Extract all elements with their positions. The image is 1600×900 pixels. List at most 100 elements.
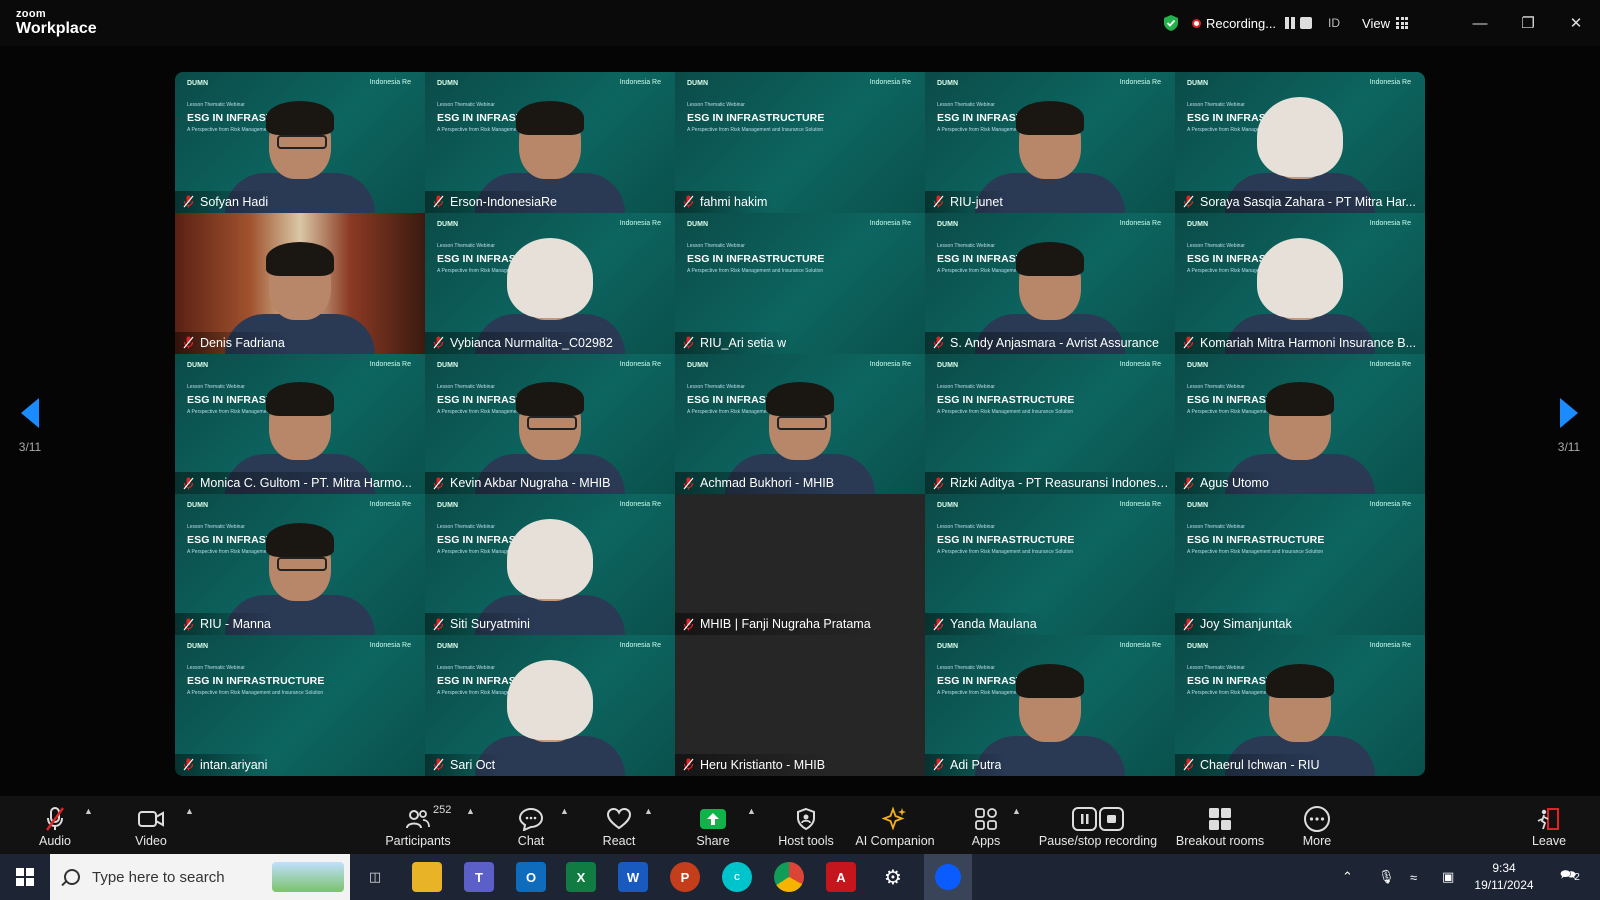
powerpoint-icon[interactable]: P bbox=[670, 862, 700, 892]
pause-recording-icon[interactable] bbox=[1284, 17, 1296, 29]
tray-mic-icon[interactable]: 🎙 bbox=[1378, 854, 1395, 900]
audio-button[interactable]: Audio bbox=[30, 796, 80, 854]
participant-tile[interactable]: DUMN Indonesia Re Lesson Thematic Webinar E… bbox=[425, 212, 675, 354]
host-tools-button[interactable]: Host tools bbox=[771, 796, 841, 854]
settings-gear-icon[interactable]: ⚙ bbox=[878, 862, 908, 892]
participant-tile[interactable]: DUMN Indonesia Re Lesson Thematic Webinar E… bbox=[925, 72, 1175, 213]
share-caret-icon[interactable]: ▲ bbox=[747, 806, 756, 816]
slide-partner-logo: Indonesia Re bbox=[1119, 642, 1161, 650]
meeting-toolbar: Audio ▲ Video ▲ Participants 252 ▲ Chat … bbox=[0, 796, 1600, 854]
word-icon[interactable]: W bbox=[618, 862, 648, 892]
notification-count: 2 bbox=[1574, 871, 1580, 883]
search-placeholder: Type here to search bbox=[92, 868, 225, 886]
gallery-grid-icon[interactable] bbox=[1396, 17, 1408, 29]
chat-caret-icon[interactable]: ▲ bbox=[560, 806, 569, 816]
windows-start-icon[interactable] bbox=[16, 868, 34, 886]
participant-tile[interactable]: Denis Fadriana bbox=[175, 212, 425, 354]
participant-name: Denis Fadriana bbox=[200, 335, 285, 350]
participant-tile[interactable]: DUMN Indonesia Re Lesson Thematic Webinar E… bbox=[925, 353, 1175, 495]
restore-icon[interactable]: ❐ bbox=[1504, 0, 1552, 46]
participant-tile[interactable]: DUMN Indonesia Re Lesson Thematic Webinar E… bbox=[1175, 353, 1425, 495]
slide-subtitle: Lesson Thematic Webinar bbox=[937, 383, 995, 390]
teams-icon[interactable]: T bbox=[464, 862, 494, 892]
apps-caret-icon[interactable]: ▲ bbox=[1012, 806, 1021, 816]
slide-subtitle: Lesson Thematic Webinar bbox=[1187, 524, 1245, 531]
participant-tile[interactable]: DUMN Indonesia Re Lesson Thematic Webinar E… bbox=[425, 635, 675, 776]
participant-tile[interactable]: DUMN Indonesia Re Lesson Thematic Webinar E… bbox=[425, 494, 675, 636]
meeting-id-button[interactable]: ID bbox=[1328, 16, 1340, 30]
participant-tile[interactable]: DUMN Indonesia Re Lesson Thematic Webinar E… bbox=[175, 494, 425, 636]
view-button[interactable]: View bbox=[1362, 16, 1390, 31]
slide-logo: DUMN bbox=[687, 361, 708, 369]
outlook-icon[interactable]: O bbox=[516, 862, 546, 892]
video-button[interactable]: Video bbox=[126, 796, 176, 854]
zoom-taskbar-button[interactable] bbox=[924, 854, 972, 900]
encryption-shield-icon[interactable] bbox=[1162, 14, 1180, 32]
participant-name: Adi Putra bbox=[950, 757, 1002, 772]
participant-tile[interactable]: DUMN Indonesia Re Lesson Thematic Webinar E… bbox=[925, 212, 1175, 354]
next-page-button[interactable]: 3/11 bbox=[1549, 398, 1589, 454]
apps-grid-icon bbox=[975, 808, 997, 830]
tray-display-icon[interactable]: ▣ bbox=[1442, 854, 1454, 900]
stop-recording-icon[interactable] bbox=[1300, 17, 1313, 29]
slide-partner-logo: Indonesia Re bbox=[869, 219, 911, 227]
participant-name: Monica C. Gultom - PT. Mitra Harmo... bbox=[200, 476, 412, 491]
participant-tile[interactable]: DUMN Indonesia Re Lesson Thematic Webinar E… bbox=[1175, 494, 1425, 636]
react-button[interactable]: React bbox=[594, 796, 644, 854]
participant-tile[interactable]: DUMN Indonesia Re Lesson Thematic Webinar E… bbox=[425, 353, 675, 495]
participant-tile[interactable]: DUMN Indonesia Re Lesson Thematic Webinar E… bbox=[675, 353, 925, 495]
participant-tile[interactable]: DUMN Indonesia Re Lesson Thematic Webinar E… bbox=[675, 212, 925, 354]
file-explorer-icon[interactable] bbox=[412, 862, 442, 892]
taskbar-search-box[interactable]: Type here to search bbox=[50, 854, 350, 900]
participant-tile[interactable]: DUMN Indonesia Re Lesson Thematic Webinar E… bbox=[925, 494, 1175, 636]
react-caret-icon[interactable]: ▲ bbox=[644, 806, 653, 816]
participant-tile[interactable]: MHIB | Fanji Nugraha Pratama bbox=[675, 494, 925, 636]
participant-tile[interactable]: DUMN Indonesia Re Lesson Thematic Webinar E… bbox=[175, 635, 425, 776]
participant-tile[interactable]: DUMN Indonesia Re Lesson Thematic Webinar E… bbox=[175, 72, 425, 213]
participant-tile[interactable]: DUMN Indonesia Re Lesson Thematic Webinar E… bbox=[425, 72, 675, 213]
acrobat-icon[interactable]: A bbox=[826, 862, 856, 892]
participant-name: RIU_Ari setia w bbox=[700, 335, 787, 350]
share-button[interactable]: Share bbox=[688, 796, 738, 854]
leave-button[interactable]: Leave bbox=[1524, 796, 1574, 854]
participant-nametag: Achmad Bukhori - MHIB bbox=[675, 472, 841, 495]
canva-icon[interactable]: C bbox=[722, 862, 752, 892]
clock-date: 19/11/2024 bbox=[1474, 878, 1534, 892]
breakout-rooms-button[interactable]: Breakout rooms bbox=[1174, 796, 1266, 854]
participant-tile[interactable]: DUMN Indonesia Re Lesson Thematic Webinar E… bbox=[175, 353, 425, 495]
participants-caret-icon[interactable]: ▲ bbox=[466, 806, 475, 816]
previous-page-button[interactable]: 3/11 bbox=[10, 398, 50, 454]
chat-bubble-icon bbox=[518, 807, 544, 831]
video-options-caret-icon[interactable]: ▲ bbox=[185, 806, 194, 816]
participant-tile[interactable]: DUMN Indonesia Re Lesson Thematic Webinar E… bbox=[1175, 212, 1425, 354]
slide-partner-logo: Indonesia Re bbox=[1119, 219, 1161, 227]
participant-tile[interactable]: DUMN Indonesia Re Lesson Thematic Webinar E… bbox=[1175, 72, 1425, 213]
participant-nametag: Vybianca Nurmalita-_C02982 bbox=[425, 331, 619, 354]
apps-label: Apps bbox=[971, 834, 1001, 848]
meeting-stage: 3/11 DUMN Indonesia Re Lesson Thematic Web… bbox=[0, 46, 1600, 796]
notification-center-button[interactable]: 🗪 2 bbox=[1560, 854, 1580, 900]
participant-tile[interactable]: DUMN Indonesia Re Lesson Thematic Webinar E… bbox=[675, 72, 925, 213]
ai-companion-button[interactable]: AI Companion bbox=[849, 796, 941, 854]
participant-name: Joy Simanjuntak bbox=[1200, 617, 1292, 632]
participant-tile[interactable]: DUMN Indonesia Re Lesson Thematic Webinar E… bbox=[925, 635, 1175, 776]
tray-overflow-icon[interactable]: ⌃ bbox=[1342, 854, 1353, 900]
pause-stop-recording-button[interactable]: Pause/stop recording bbox=[1036, 796, 1160, 854]
tray-network-icon[interactable]: ≈ bbox=[1410, 854, 1417, 900]
slide-partner-logo: Indonesia Re bbox=[1369, 642, 1411, 650]
chrome-icon[interactable] bbox=[774, 862, 804, 892]
taskbar-clock[interactable]: 9:34 19/11/2024 bbox=[1468, 860, 1540, 894]
participant-tile[interactable]: Heru Kristianto - MHIB bbox=[675, 635, 925, 776]
more-dots-icon bbox=[1304, 806, 1330, 832]
close-icon[interactable]: ✕ bbox=[1552, 0, 1600, 46]
participant-nametag: Monica C. Gultom - PT. Mitra Harmo... bbox=[175, 472, 418, 495]
minimize-icon[interactable]: — bbox=[1456, 0, 1504, 46]
audio-options-caret-icon[interactable]: ▲ bbox=[84, 806, 93, 816]
participant-tile[interactable]: DUMN Indonesia Re Lesson Thematic Webinar E… bbox=[1175, 635, 1425, 776]
task-view-icon[interactable]: ◫ bbox=[360, 862, 390, 892]
participant-name: Rizki Aditya - PT Reasuransi Indonesi... bbox=[950, 476, 1169, 491]
apps-button[interactable]: Apps bbox=[961, 796, 1011, 854]
excel-icon[interactable]: X bbox=[566, 862, 596, 892]
more-button[interactable]: More bbox=[1292, 796, 1342, 854]
chat-button[interactable]: Chat bbox=[506, 796, 556, 854]
